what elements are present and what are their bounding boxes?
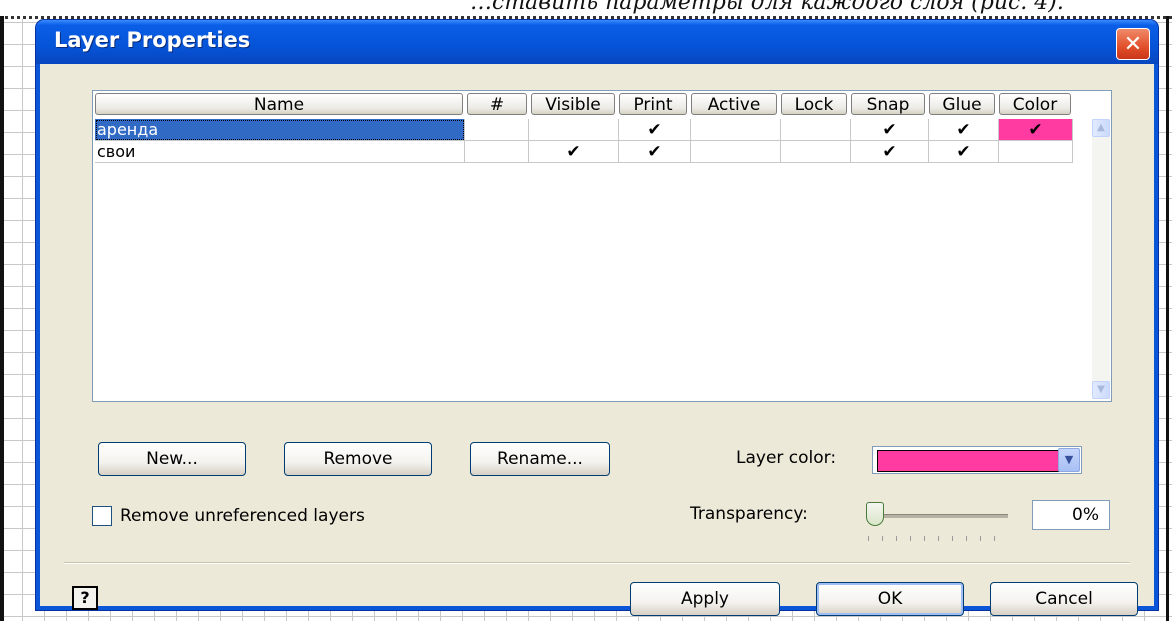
layer-name-cell[interactable]: аренда bbox=[95, 119, 465, 141]
scroll-up-button[interactable]: ▲ bbox=[1092, 119, 1110, 137]
chevron-down-icon: ▼ bbox=[1097, 384, 1105, 395]
column-header-active[interactable]: Active bbox=[691, 93, 777, 115]
column-header-lock[interactable]: Lock bbox=[781, 93, 847, 115]
chevron-down-icon: ▼ bbox=[1064, 453, 1074, 466]
active-cell[interactable] bbox=[691, 141, 781, 163]
layer-number-cell[interactable] bbox=[465, 141, 529, 163]
remove-unreferenced-label[interactable]: Remove unreferenced layers bbox=[120, 506, 365, 526]
scroll-down-button[interactable]: ▼ bbox=[1092, 381, 1110, 399]
glue-cell[interactable]: ✔ bbox=[929, 141, 999, 163]
column-header-name[interactable]: Name bbox=[95, 93, 463, 115]
print-cell[interactable]: ✔ bbox=[619, 119, 691, 141]
print-cell[interactable]: ✔ bbox=[619, 141, 691, 163]
cancel-button[interactable]: Cancel bbox=[990, 582, 1138, 616]
glue-cell[interactable]: ✔ bbox=[929, 119, 999, 141]
column-header-visible[interactable]: Visible bbox=[531, 93, 615, 115]
help-button[interactable]: ? bbox=[72, 586, 98, 610]
column-header-snap[interactable]: Snap bbox=[851, 93, 925, 115]
layer-name-cell[interactable]: свои bbox=[95, 141, 465, 163]
layer-color-swatch bbox=[877, 450, 1063, 472]
dialog-body: Name # Visible Print Active Lock Snap Gl… bbox=[40, 64, 1154, 616]
visible-cell[interactable]: ✔ bbox=[529, 141, 619, 163]
lock-cell[interactable] bbox=[781, 141, 851, 163]
lock-cell[interactable] bbox=[781, 119, 851, 141]
separator bbox=[64, 562, 1130, 564]
transparency-slider-track[interactable] bbox=[878, 514, 1008, 518]
layer-number-cell[interactable] bbox=[465, 119, 529, 141]
new-layer-button[interactable]: New... bbox=[98, 442, 246, 476]
table-row[interactable]: свои ✔ ✔ ✔ ✔ bbox=[95, 141, 1073, 163]
remove-unreferenced-checkbox[interactable] bbox=[92, 506, 112, 526]
snap-cell[interactable]: ✔ bbox=[851, 141, 929, 163]
color-cell[interactable]: ✔ bbox=[999, 119, 1073, 141]
remove-layer-button[interactable]: Remove bbox=[284, 442, 432, 476]
apply-button[interactable]: Apply bbox=[630, 582, 780, 616]
column-header-color[interactable]: Color bbox=[999, 93, 1071, 115]
table-row[interactable]: аренда ✔ ✔ ✔ ✔ bbox=[95, 119, 1073, 141]
document-border-left bbox=[0, 16, 4, 621]
column-header-glue[interactable]: Glue bbox=[929, 93, 995, 115]
close-icon: ✕ bbox=[1123, 31, 1143, 57]
visible-cell[interactable] bbox=[529, 119, 619, 141]
transparency-slider-ticks bbox=[868, 536, 1008, 541]
snap-cell[interactable]: ✔ bbox=[851, 119, 929, 141]
help-icon: ? bbox=[80, 588, 90, 607]
chevron-up-icon: ▲ bbox=[1097, 122, 1105, 133]
table-scrollbar[interactable]: ▲ ▼ bbox=[1092, 119, 1110, 399]
layer-color-dropdown[interactable]: ▼ bbox=[872, 446, 1082, 474]
transparency-label: Transparency: bbox=[690, 504, 808, 524]
dialog-title: Layer Properties bbox=[54, 28, 251, 52]
column-header-number[interactable]: # bbox=[467, 93, 527, 115]
active-cell[interactable] bbox=[691, 119, 781, 141]
document-border-right bbox=[1166, 16, 1169, 621]
layer-color-label: Layer color: bbox=[736, 448, 837, 468]
layer-color-dropdown-button[interactable]: ▼ bbox=[1058, 448, 1080, 472]
layer-properties-dialog: Layer Properties ✕ Name # Visible Print … bbox=[36, 20, 1158, 616]
transparency-slider-thumb[interactable] bbox=[866, 502, 884, 526]
document-caption: …ставить параметры для каждого слоя (рис… bbox=[470, 0, 1064, 15]
color-cell[interactable] bbox=[999, 141, 1073, 163]
rename-layer-button[interactable]: Rename... bbox=[470, 442, 610, 476]
ok-button[interactable]: OK bbox=[816, 582, 964, 616]
title-bar[interactable]: Layer Properties ✕ bbox=[36, 20, 1158, 64]
transparency-value[interactable]: 0% bbox=[1032, 500, 1110, 530]
document-caption-strip: …ставить параметры для каждого слоя (рис… bbox=[0, 0, 1172, 19]
close-button[interactable]: ✕ bbox=[1116, 28, 1150, 60]
layers-table: Name # Visible Print Active Lock Snap Gl… bbox=[92, 90, 1112, 402]
column-header-print[interactable]: Print bbox=[619, 93, 687, 115]
